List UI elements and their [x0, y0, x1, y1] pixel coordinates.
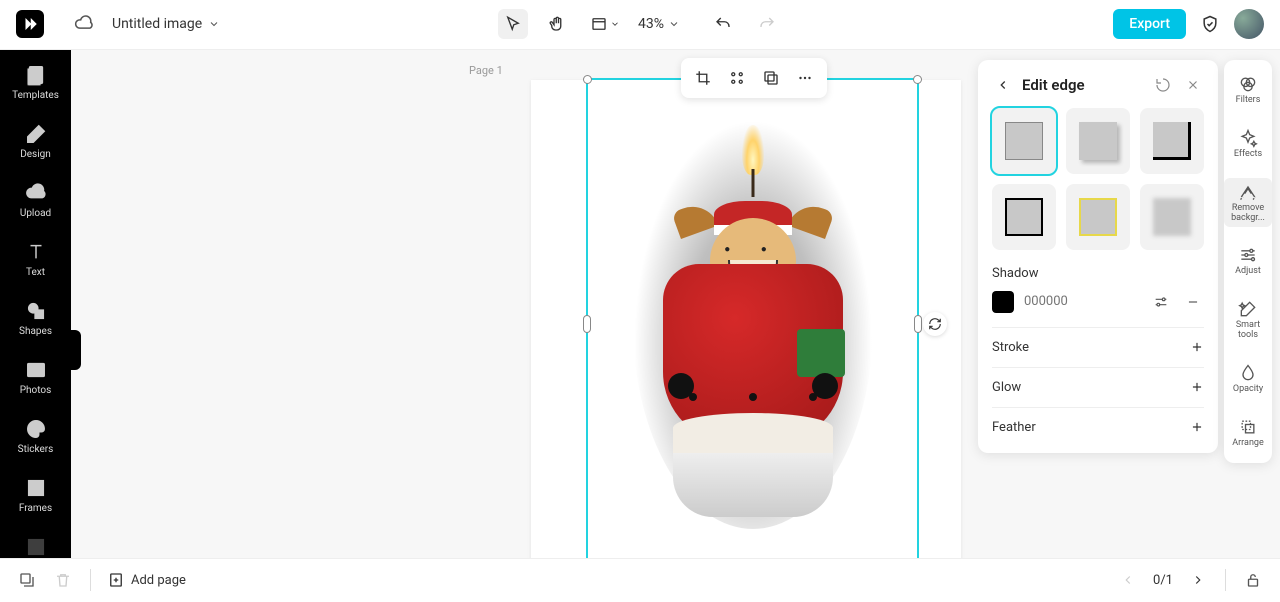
selection-box[interactable] [586, 78, 919, 558]
shield-icon[interactable] [1200, 14, 1220, 34]
stroke-section[interactable]: Stroke [992, 327, 1204, 367]
resize-dropdown[interactable] [586, 9, 624, 39]
edge-style-grid [992, 108, 1204, 250]
shadow-color-input[interactable] [1024, 294, 1114, 309]
prev-page-button [1117, 569, 1139, 591]
resize-handle[interactable] [583, 315, 591, 333]
cloud-icon[interactable] [74, 14, 94, 34]
sidebar-item-photos[interactable]: Photos [0, 359, 71, 396]
page-count: 0/1 [1153, 573, 1173, 588]
undo-button[interactable] [708, 9, 738, 39]
shadow-controls [992, 285, 1204, 327]
top-center-tools: 43% [498, 9, 782, 39]
redo-button[interactable] [752, 9, 782, 39]
duplicate-button[interactable] [757, 64, 785, 92]
edge-style-option[interactable] [1066, 108, 1130, 174]
sidebar-item-label: Upload [20, 208, 51, 219]
sidebar-item-label: Templates [12, 90, 59, 101]
lock-button[interactable] [1242, 569, 1264, 591]
right-rail-adjust[interactable]: Adjust [1224, 241, 1272, 281]
close-button[interactable] [1182, 74, 1204, 96]
app-logo[interactable] [16, 10, 44, 38]
plus-icon [1190, 340, 1204, 354]
right-rail-effects[interactable]: Effects [1224, 124, 1272, 164]
panel-title: Edit edge [1022, 76, 1085, 94]
document-title[interactable]: Untitled image [112, 16, 220, 32]
select-tool-button[interactable] [498, 9, 528, 39]
chevron-down-icon [610, 19, 620, 29]
crop-button[interactable] [689, 64, 717, 92]
feather-section[interactable]: Feather [992, 407, 1204, 447]
shadow-label: Shadow [992, 266, 1204, 285]
right-rail-smart-tools[interactable]: Smart tools [1224, 295, 1272, 345]
avatar[interactable] [1234, 9, 1264, 39]
sidebar-item-label: Frames [19, 503, 52, 514]
zoom-dropdown[interactable]: 43% [638, 16, 680, 32]
layers-button[interactable] [16, 569, 38, 591]
left-sidebar: Templates Design Upload Text Shapes Phot… [0, 50, 71, 558]
rotate-handle[interactable] [923, 312, 947, 336]
canvas-image[interactable] [633, 119, 873, 529]
edge-style-option[interactable] [992, 184, 1056, 250]
sidebar-expander[interactable] [71, 330, 81, 370]
sidebar-item-label: Shapes [19, 326, 52, 337]
edit-edge-panel: Edit edge Shadow S [978, 60, 1218, 453]
sidebar-item-label: Photos [20, 385, 52, 396]
glow-section[interactable]: Glow [992, 367, 1204, 407]
canvas[interactable]: Page 1 [71, 50, 1280, 558]
right-rail: Filters Effects Remove backgr... Adjust … [1224, 60, 1272, 463]
sidebar-item-upload[interactable]: Upload [0, 182, 71, 219]
document-title-text: Untitled image [112, 16, 202, 32]
right-rail-remove-bg[interactable]: Remove backgr... [1224, 178, 1272, 228]
sidebar-item-text[interactable]: Text [0, 241, 71, 278]
resize-handle[interactable] [583, 75, 592, 84]
magic-button[interactable] [723, 64, 751, 92]
sidebar-item-label: Design [20, 149, 51, 160]
sidebar-item-more[interactable] [0, 536, 71, 558]
right-rail-opacity[interactable]: Opacity [1224, 359, 1272, 399]
edge-style-option[interactable] [1140, 108, 1204, 174]
right-rail-arrange[interactable]: Arrange [1224, 413, 1272, 453]
top-bar: Untitled image 43% Export [0, 0, 1280, 50]
resize-handle[interactable] [914, 315, 922, 333]
sidebar-item-stickers[interactable]: Stickers [0, 418, 71, 455]
next-page-button[interactable] [1187, 569, 1209, 591]
selection-toolbar [681, 58, 827, 98]
bottom-bar: Add page 0/1 [0, 558, 1280, 602]
resize-handle[interactable] [913, 75, 922, 84]
add-page-button[interactable]: Add page [107, 571, 186, 589]
shadow-color-swatch[interactable] [992, 291, 1014, 313]
edge-style-option[interactable] [992, 108, 1056, 174]
delete-button [52, 569, 74, 591]
export-button[interactable]: Export [1113, 9, 1186, 39]
chevron-down-icon [668, 18, 680, 30]
plus-icon [1190, 420, 1204, 434]
zoom-value: 43% [638, 16, 664, 32]
settings-icon[interactable] [1150, 291, 1172, 313]
right-rail-filters[interactable]: Filters [1224, 70, 1272, 110]
sidebar-item-label: Text [26, 267, 45, 278]
page-label: Page 1 [469, 64, 503, 77]
sidebar-item-shapes[interactable]: Shapes [0, 300, 71, 337]
sidebar-item-frames[interactable]: Frames [0, 477, 71, 514]
sidebar-item-label: Stickers [18, 444, 54, 455]
main-area: Templates Design Upload Text Shapes Phot… [0, 50, 1280, 558]
chevron-down-icon [208, 18, 220, 30]
remove-icon[interactable] [1182, 291, 1204, 313]
reset-button[interactable] [1152, 74, 1174, 96]
hand-tool-button[interactable] [542, 9, 572, 39]
plus-icon [1190, 380, 1204, 394]
sidebar-item-templates[interactable]: Templates [0, 64, 71, 101]
edge-style-option[interactable] [1066, 184, 1130, 250]
sidebar-item-design[interactable]: Design [0, 123, 71, 160]
edge-style-option[interactable] [1140, 184, 1204, 250]
more-button[interactable] [791, 64, 819, 92]
top-right-tools: Export [1113, 9, 1264, 39]
back-button[interactable] [992, 74, 1014, 96]
